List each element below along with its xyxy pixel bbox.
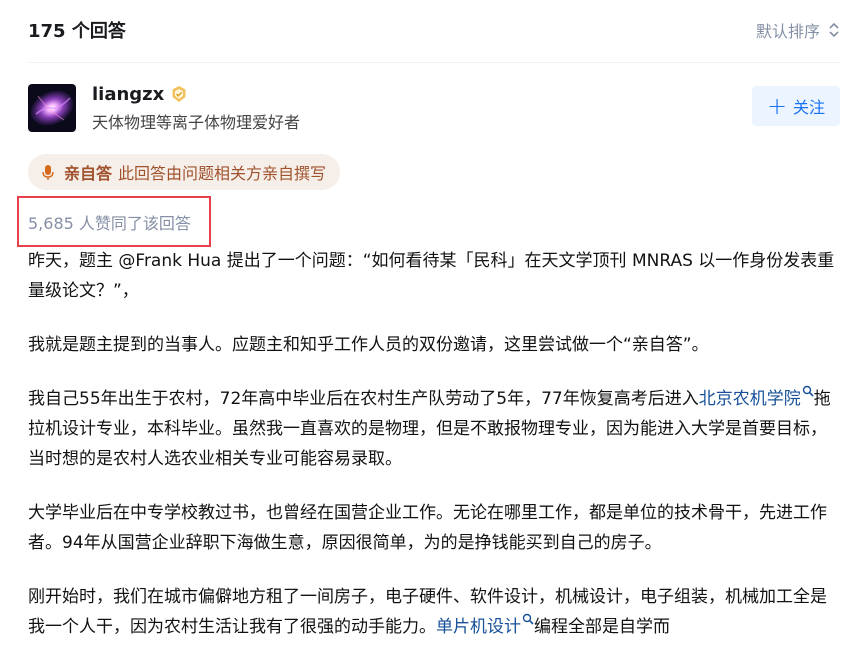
upvote-count: 5,685 人赞同了该回答 <box>28 213 191 233</box>
sort-label: 默认排序 <box>755 22 820 41</box>
avatar[interactable] <box>28 84 76 132</box>
follow-button[interactable]: + 关注 <box>752 86 840 126</box>
mic-icon <box>42 165 54 180</box>
answer-content: 昨天，题主 @Frank Hua 提出了一个问题：“如何看待某「民科」在天文学顶… <box>28 246 840 659</box>
divider <box>28 62 840 63</box>
search-icon <box>802 386 814 397</box>
author-card: liangzx 天体物理等离子体物理爱好者 + 关注 <box>28 82 840 134</box>
author-name[interactable]: liangzx <box>92 84 164 105</box>
paragraph: 大学毕业后在中专学校教过书，也曾经在国营企业工作。无论在哪里工作，都是单位的技术… <box>28 503 827 553</box>
answer-count: 175 个回答 <box>28 21 126 42</box>
self-answer-title: 亲自答 <box>64 164 113 183</box>
sort-icon <box>829 22 839 38</box>
link-single-chip-design[interactable]: 单片机设计 <box>436 614 534 637</box>
paragraph: 刚开始时，我们在城市偏僻地方租了一间房子，电子硬件、软件设计，机械设计，电子组装… <box>28 587 827 637</box>
answers-header: 175 个回答 默认排序 <box>28 14 840 46</box>
paragraph: 我自己55年出生于农村，72年高中毕业后在农村生产队劳动了5年，77年恢复高考后… <box>28 384 840 474</box>
self-answer-desc: 此回答由问题相关方亲自撰写 <box>118 164 327 183</box>
self-answer-badge: 亲自答 此回答由问题相关方亲自撰写 <box>28 154 341 190</box>
paragraph: 昨天，题主 @Frank Hua 提出了一个问题：“如何看待某「民科」在天文学顶… <box>28 251 835 301</box>
plus-icon: + <box>766 92 788 120</box>
sort-dropdown[interactable]: 默认排序 <box>756 18 840 42</box>
upvote-highlight: 5,685 人赞同了该回答 <box>17 196 211 247</box>
follow-label: 关注 <box>793 98 826 117</box>
paragraph: 我就是题主提到的当事人。应题主和知乎工作人员的双份邀请，这里尝试做一个“亲自答”… <box>28 335 709 355</box>
author-bio: 天体物理等离子体物理爱好者 <box>92 112 301 132</box>
search-icon <box>522 614 534 625</box>
link-beijing-agri-machinery[interactable]: 北京农机学院 <box>699 386 814 409</box>
verified-badge-icon <box>172 86 186 102</box>
